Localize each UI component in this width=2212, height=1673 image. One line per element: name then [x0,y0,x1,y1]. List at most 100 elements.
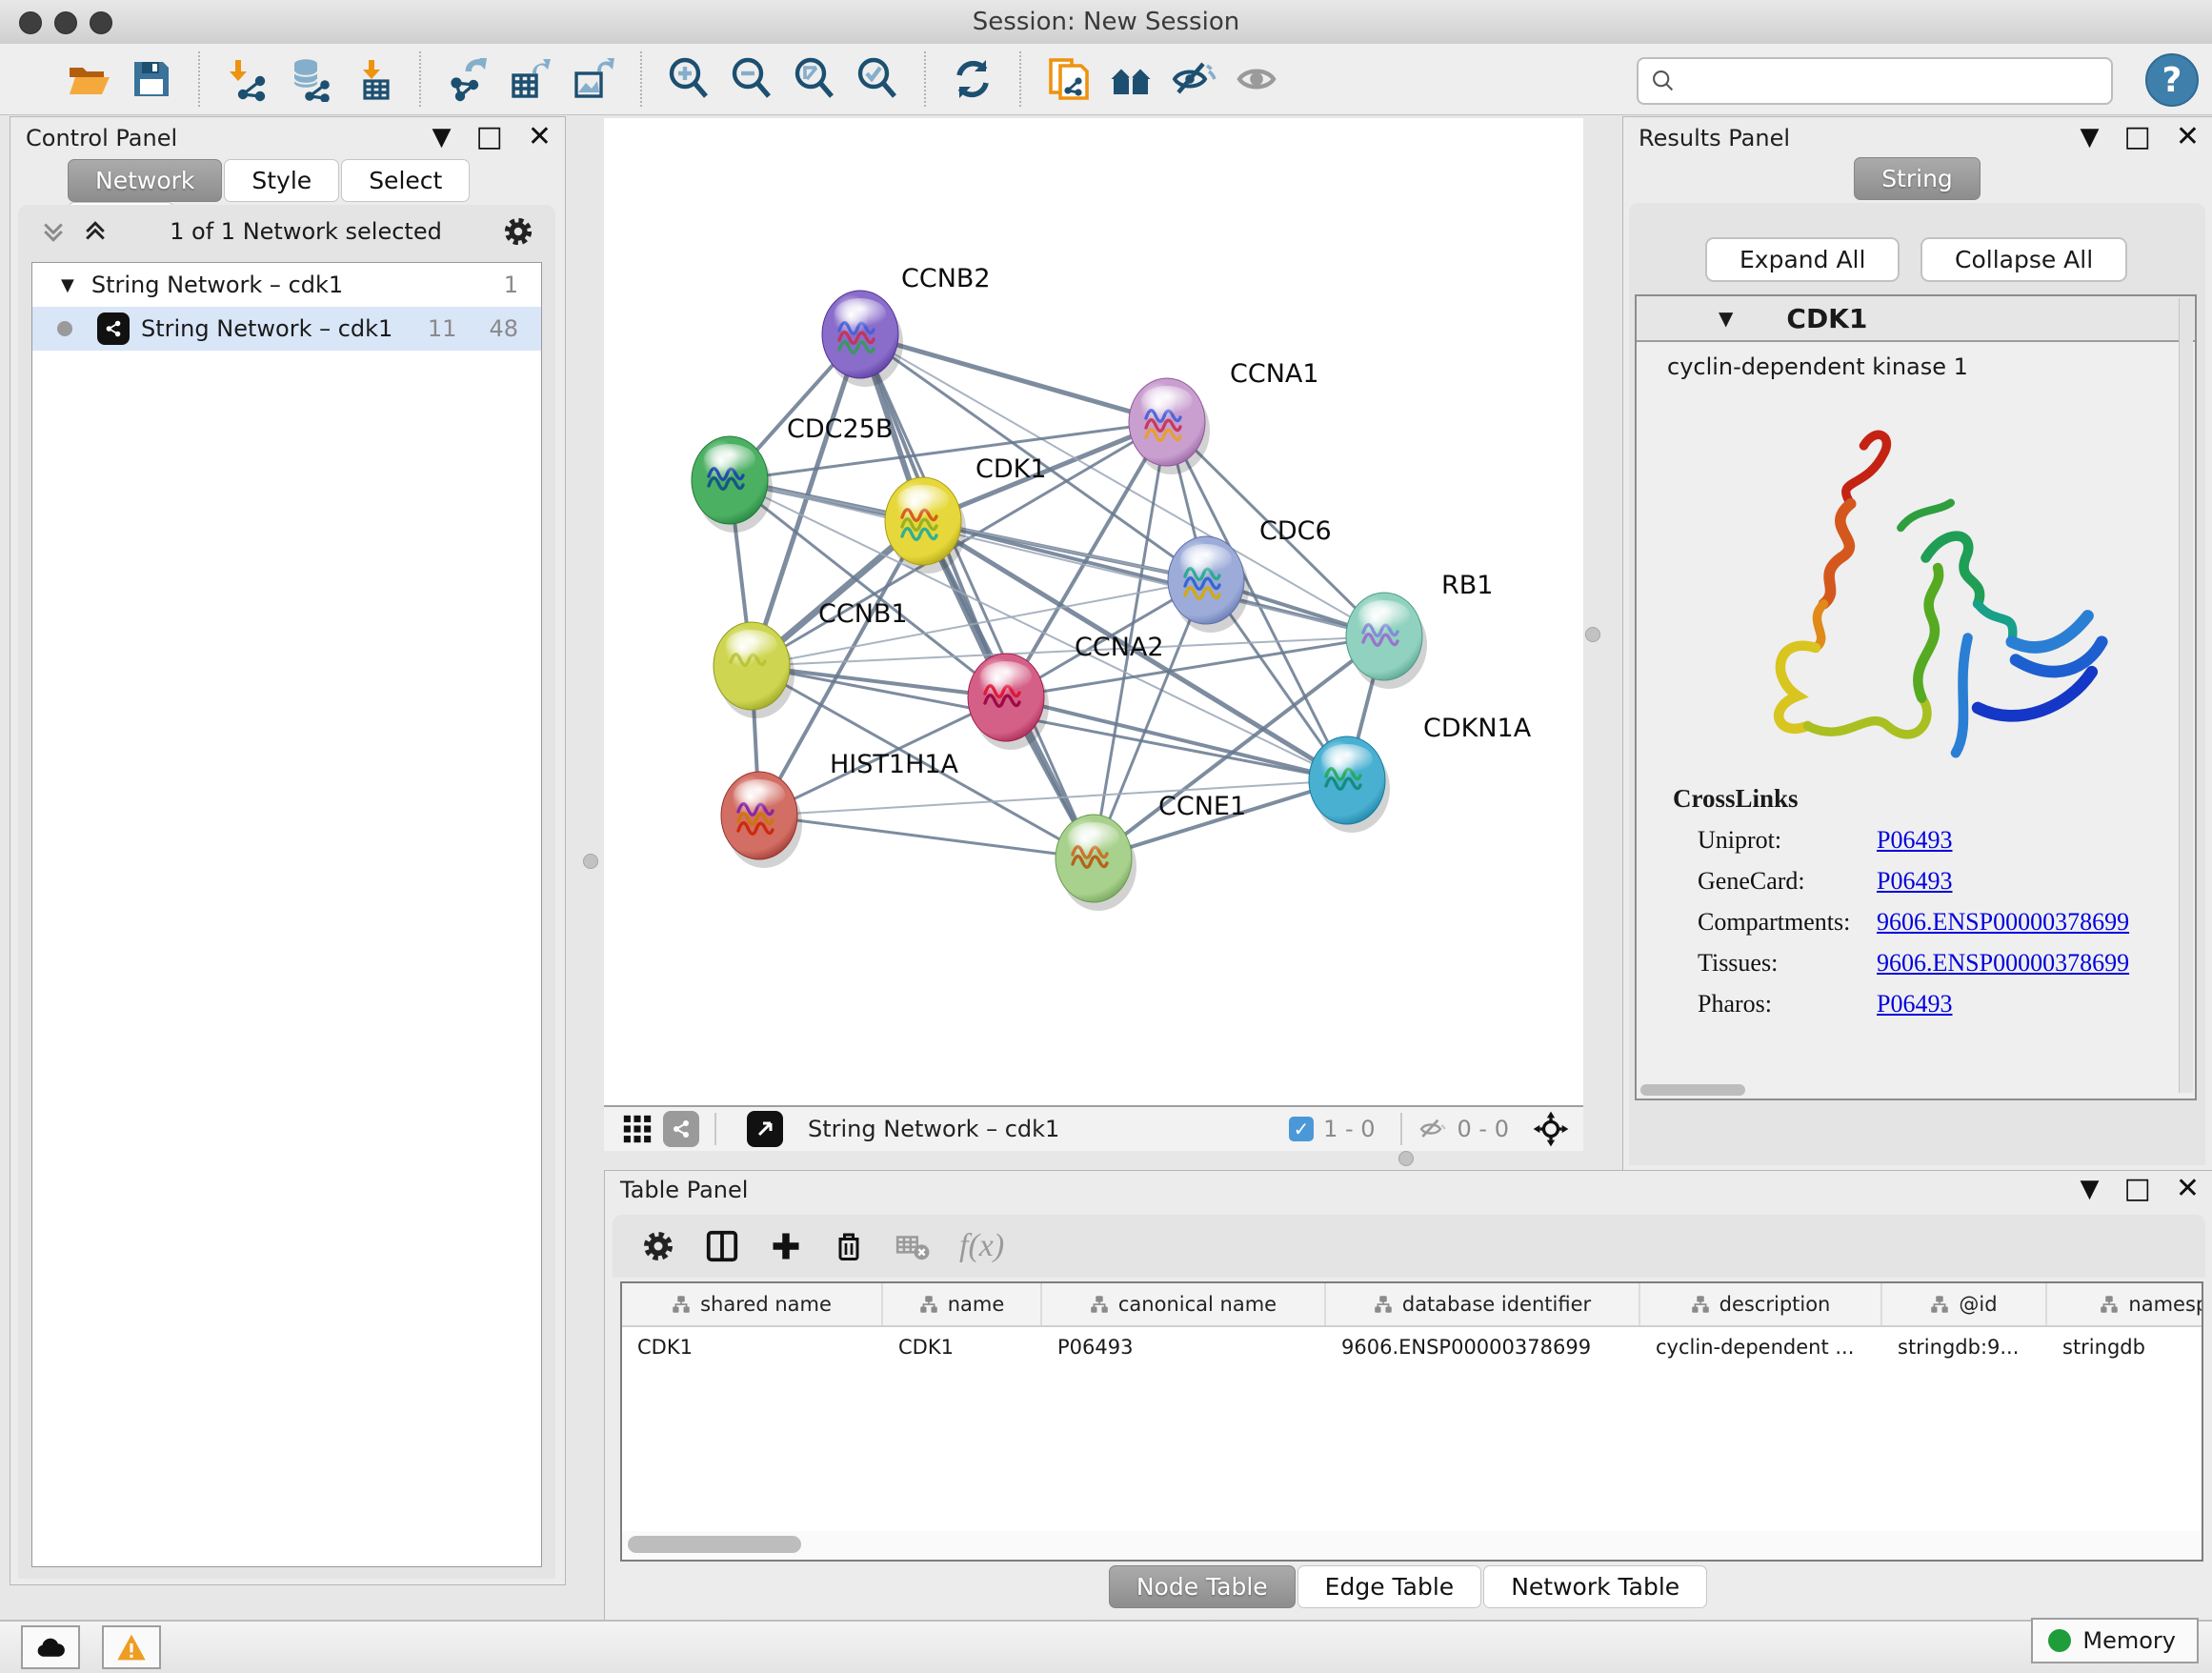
horizontal-splitter-handle[interactable] [1398,1151,1414,1166]
birdseye-crosshair-icon[interactable] [1532,1110,1570,1148]
zoom-fit-button[interactable] [788,52,841,106]
column-header-name[interactable]: name [883,1283,1042,1325]
left-splitter-handle[interactable] [583,854,598,869]
crosslink-value-link[interactable]: 9606.ENSP00000378699 [1877,949,2129,978]
network-node-CCNB2[interactable] [822,291,903,387]
results-vertical-scrollbar[interactable] [2179,298,2193,1093]
string-copy-network-button[interactable] [1041,52,1095,106]
gear-icon[interactable] [502,215,534,248]
network-canvas[interactable]: CCNB2CCNA1CDC25BCDK1CDC6RB1CCNB1CCNA2HIS… [604,118,1583,1105]
entry-collapse-arrow[interactable]: ▼ [1719,307,1733,330]
table-cell[interactable]: 9606.ENSP00000378699 [1326,1327,1640,1369]
network-graph[interactable]: CCNB2CCNA1CDC25BCDK1CDC6RB1CCNB1CCNA2HIS… [604,118,1583,1105]
column-header-database-identifier[interactable]: database identifier [1326,1283,1640,1325]
tab-string[interactable]: String [1854,157,1981,200]
save-session-button[interactable] [125,52,178,106]
zoom-out-button[interactable] [725,52,778,106]
refresh-button[interactable] [946,52,999,106]
collection-expand-arrow[interactable]: ▼ [61,275,74,295]
network-edge-HIST1H1A-CCNE1[interactable] [759,816,1094,858]
tab-node-table[interactable]: Node Table [1109,1565,1296,1608]
node-label-CCNB2: CCNB2 [901,264,991,293]
cloud-status-button[interactable] [21,1625,80,1669]
open-session-button[interactable] [62,52,115,106]
crosslink-value-link[interactable]: P06493 [1877,990,1952,1018]
add-column-icon[interactable] [769,1229,803,1263]
results-menu-button[interactable]: ▼ [2081,125,2100,150]
panel-menu-button[interactable]: ▼ [432,125,452,150]
network-row-selected[interactable]: String Network – cdk1 11 48 [32,307,541,351]
memory-button[interactable]: Memory [2031,1618,2199,1663]
search-input[interactable] [1684,62,2111,100]
delete-column-icon[interactable] [832,1229,866,1263]
table-cell[interactable]: stringdb:9... [1882,1327,2047,1369]
table-cell[interactable]: P06493 [1042,1327,1326,1369]
table-settings-gear-icon[interactable] [641,1229,675,1263]
import-table-file-button[interactable] [346,52,399,106]
network-node-CDKN1A[interactable] [1309,736,1390,833]
collapse-all-icon[interactable] [39,217,68,246]
export-table-file-button[interactable] [504,52,557,106]
column-header--id[interactable]: @id [1882,1283,2047,1325]
string-home-button[interactable] [1104,52,1157,106]
tab-edge-table[interactable]: Edge Table [1297,1565,1482,1608]
table-float-button[interactable]: □ [2124,1175,2151,1203]
column-header-canonical-name[interactable]: canonical name [1042,1283,1326,1325]
import-network-file-button[interactable] [220,52,273,106]
help-button[interactable]: ? [2145,53,2199,107]
right-splitter-handle[interactable] [1585,627,1600,642]
crosslink-value-link[interactable]: 9606.ENSP00000378699 [1877,908,2129,937]
expand-all-button[interactable]: Expand All [1705,237,1900,282]
table-cell[interactable]: CDK1 [622,1327,883,1369]
string-hide-glass-button[interactable] [1167,52,1220,106]
network-node-CCNE1[interactable] [1056,815,1136,911]
results-close-button[interactable]: ✕ [2176,123,2200,151]
tab-network[interactable]: Network [68,159,222,202]
collection-row[interactable]: ▼ String Network – cdk1 1 [32,263,541,307]
export-network-file-button[interactable] [441,52,494,106]
table-cell[interactable]: cyclin-dependent ... [1640,1327,1882,1369]
collapse-all-button[interactable]: Collapse All [1920,237,2127,282]
network-view-mode-icon[interactable] [663,1111,699,1147]
detach-view-button[interactable] [747,1111,783,1147]
network-edge-CCNB2-CCNA1[interactable] [860,334,1167,422]
network-edge-CCNB2-CCNE1[interactable] [860,334,1094,858]
results-float-button[interactable]: □ [2124,123,2151,151]
show-columns-icon[interactable] [704,1228,740,1264]
selected-checkbox[interactable]: ✓ [1289,1117,1314,1141]
network-node-HIST1H1A[interactable] [721,772,802,868]
crosslink-value-link[interactable]: P06493 [1877,826,1952,855]
table-cell[interactable]: CDK1 [883,1327,1042,1369]
export-image-button[interactable] [567,52,620,106]
entry-header[interactable]: ▼ CDK1 [1637,296,2195,342]
tab-select[interactable]: Select [341,159,470,202]
warning-status-button[interactable] [102,1625,161,1669]
table-row[interactable]: CDK1CDK1P064939606.ENSP00000378699cyclin… [622,1327,2203,1369]
table-close-button[interactable]: ✕ [2176,1175,2200,1203]
network-node-RB1[interactable] [1346,593,1427,689]
tab-style[interactable]: Style [224,159,339,202]
string-eye-button[interactable] [1230,52,1283,106]
results-horizontal-scrollbar[interactable] [1640,1084,1745,1096]
network-node-CDK1[interactable] [885,477,966,574]
hidden-eye-icon[interactable] [1418,1114,1448,1144]
zoom-selected-button[interactable] [851,52,904,106]
grid-view-icon[interactable] [621,1113,654,1145]
tab-network-table[interactable]: Network Table [1483,1565,1707,1608]
column-header-namespace[interactable]: namespace [2047,1283,2203,1325]
network-node-CCNA1[interactable] [1129,378,1210,474]
column-type-icon [1374,1295,1393,1314]
panel-float-button[interactable]: □ [476,123,503,151]
panel-close-button[interactable]: ✕ [528,123,552,151]
network-node-CCNA2[interactable] [968,654,1049,750]
table-menu-button[interactable]: ▼ [2081,1177,2100,1201]
table-cell[interactable]: stringdb [2047,1327,2203,1369]
expand-all-icon[interactable] [81,217,110,246]
column-header-shared-name[interactable]: shared name [622,1283,883,1325]
column-header-description[interactable]: description [1640,1283,1882,1325]
zoom-in-button[interactable] [662,52,715,106]
import-network-database-button[interactable] [283,52,336,106]
network-node-CDC25B[interactable] [692,436,773,533]
table-horizontal-scrollbar[interactable] [620,1531,2203,1562]
crosslink-value-link[interactable]: P06493 [1877,867,1952,896]
